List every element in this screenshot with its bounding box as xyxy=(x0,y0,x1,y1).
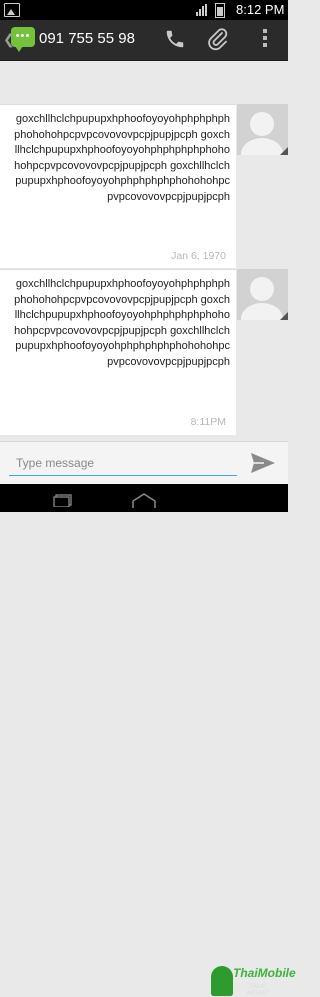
navigation-bar: ThaiMobile "TALK MORE" xyxy=(0,484,296,997)
status-bar: 8:12 PM xyxy=(0,0,288,20)
watermark-brand: ThaiMobile xyxy=(233,966,296,980)
paperclip-icon[interactable] xyxy=(206,26,230,52)
watermark-badge xyxy=(211,966,233,996)
contact-avatar[interactable] xyxy=(237,104,288,155)
send-icon[interactable] xyxy=(250,451,276,475)
action-bar: ❮ 091 755 55 98 xyxy=(0,20,288,61)
message-bubble[interactable]: goxchllhclchpupupxhphoofoyoyohphphphphph… xyxy=(0,269,236,435)
recents-icon[interactable] xyxy=(53,494,73,507)
contact-avatar[interactable] xyxy=(237,269,288,320)
compose-bar xyxy=(0,441,288,484)
message-item[interactable]: goxchllhclchpupupxhphoofoyoyohphphphphph… xyxy=(0,269,288,435)
message-item[interactable]: goxchllhclchpupupxhphoofoyoyohphphphphph… xyxy=(0,104,288,268)
contact-number[interactable]: 091 755 55 98 xyxy=(39,30,135,47)
message-input[interactable] xyxy=(9,450,237,476)
message-thread[interactable]: goxchllhclchpupupxhphoofoyoyohphphphphph… xyxy=(0,61,288,441)
status-time: 8:12 PM xyxy=(236,2,285,17)
image-icon xyxy=(4,3,20,17)
watermark-logo: ThaiMobile "TALK MORE" xyxy=(211,963,296,997)
message-date: Jan 6, 1970 xyxy=(171,250,226,262)
phone-icon[interactable] xyxy=(164,28,186,50)
message-time: 8:11PM xyxy=(190,416,226,428)
messaging-app-icon[interactable] xyxy=(11,27,35,52)
battery-icon xyxy=(215,3,225,18)
message-bubble[interactable]: goxchllhclchpupupxhphoofoyoyohphphphphph… xyxy=(0,104,236,268)
home-icon[interactable] xyxy=(131,493,157,509)
message-text: goxchllhclchpupupxhphoofoyoyohphphphphph… xyxy=(14,278,230,368)
overflow-menu-icon[interactable] xyxy=(262,29,268,49)
signal-icon xyxy=(196,4,210,16)
message-text: goxchllhclchpupupxhphoofoyoyohphphphphph… xyxy=(14,113,230,203)
watermark-tagline: "TALK MORE" xyxy=(247,983,269,997)
